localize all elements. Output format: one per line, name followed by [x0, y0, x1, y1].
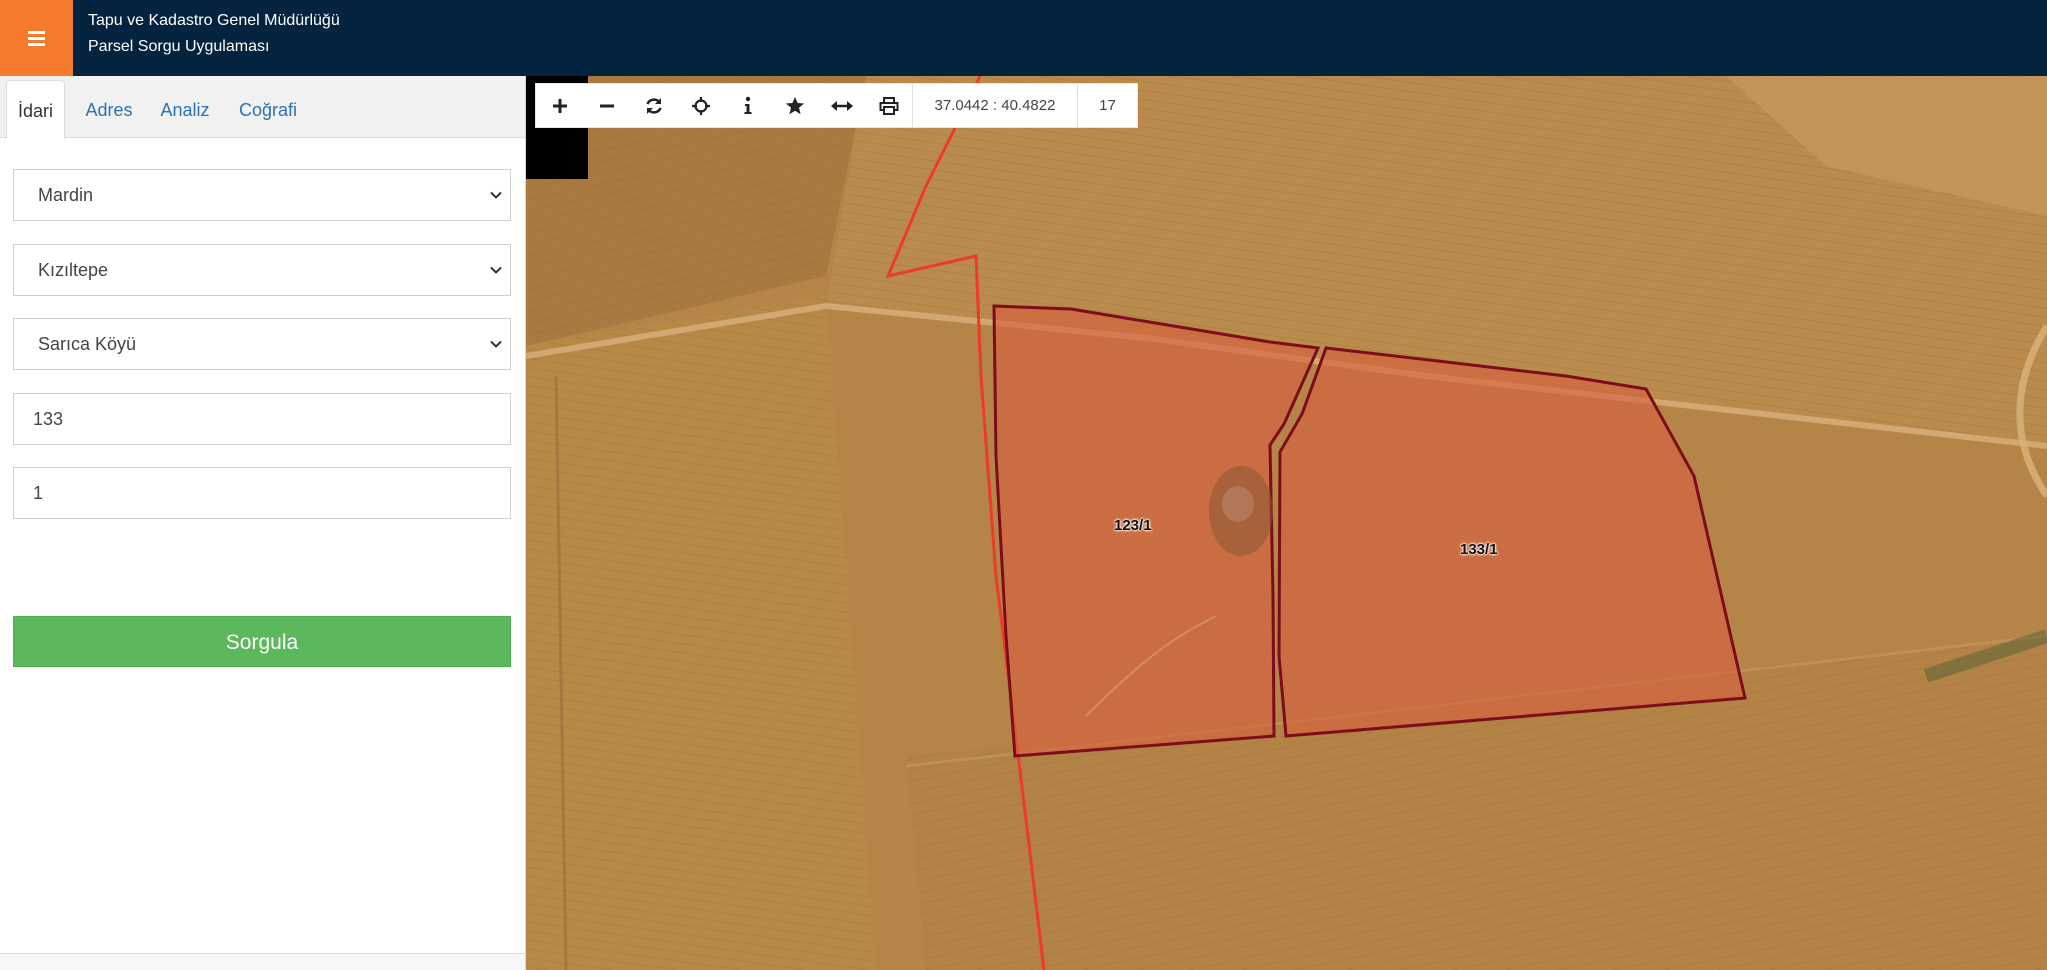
neighborhood-select-value: Sarıca Köyü: [38, 334, 137, 354]
zoom-level-readout: 17: [1099, 97, 1116, 114]
app-header: Tapu ve Kadastro Genel Müdürlüğü Parsel …: [0, 0, 2047, 76]
parcel-label-133-1: 133/1: [1460, 541, 1498, 558]
parcel-number-input[interactable]: 1: [13, 467, 511, 519]
district-select-value: Kızıltepe: [38, 260, 109, 280]
block-number-input[interactable]: 133: [13, 393, 511, 445]
zoom-out-icon: [599, 104, 614, 107]
query-button[interactable]: Sorgula: [13, 616, 511, 667]
app-title: Tapu ve Kadastro Genel Müdürlüğü: [88, 12, 340, 29]
refresh-button[interactable]: [630, 83, 677, 128]
satellite-imagery: [526, 76, 2047, 970]
tab-adres[interactable]: Adres: [72, 80, 146, 139]
parcel-label-123-1: 123/1: [1114, 517, 1152, 534]
measure-button[interactable]: [818, 83, 865, 128]
zoom-in-button[interactable]: [536, 83, 583, 128]
tab-bar: İdari Adres Analiz Coğrafi: [0, 76, 525, 139]
print-icon: [879, 96, 898, 115]
sidebar-footer: [0, 953, 525, 970]
locate-icon: [691, 96, 710, 115]
chevron-down-icon: [490, 266, 502, 274]
chevron-down-icon: [490, 191, 502, 199]
zoom-out-button[interactable]: [583, 83, 630, 128]
star-icon: [785, 96, 804, 114]
info-button[interactable]: [724, 83, 771, 128]
zoom-in-icon: [552, 98, 567, 113]
district-select[interactable]: Kızıltepe: [13, 244, 511, 296]
map-toolbar: 37.0442 : 40.4822 17: [535, 83, 1138, 128]
tab-cografi[interactable]: Coğrafi: [229, 80, 307, 139]
measure-icon: [830, 100, 853, 111]
query-sidebar: İdari Adres Analiz Coğrafi Mardin Kızılt…: [0, 76, 526, 970]
favorite-button[interactable]: [771, 83, 818, 128]
neighborhood-select[interactable]: Sarıca Köyü: [13, 318, 511, 370]
info-icon: [744, 96, 751, 114]
menu-button[interactable]: [0, 0, 73, 76]
app-subtitle: Parsel Sorgu Uygulaması: [88, 38, 270, 55]
locate-button[interactable]: [677, 83, 724, 128]
coordinate-readout: 37.0442 : 40.4822: [912, 83, 1078, 128]
chevron-down-icon: [490, 340, 502, 348]
province-select[interactable]: Mardin: [13, 169, 511, 221]
tab-idari[interactable]: İdari: [6, 80, 65, 139]
province-select-value: Mardin: [38, 185, 94, 205]
refresh-icon: [645, 97, 662, 114]
print-button[interactable]: [865, 83, 912, 128]
tab-analiz[interactable]: Analiz: [152, 80, 218, 139]
map-view[interactable]: 123/1 133/1: [526, 76, 2047, 970]
